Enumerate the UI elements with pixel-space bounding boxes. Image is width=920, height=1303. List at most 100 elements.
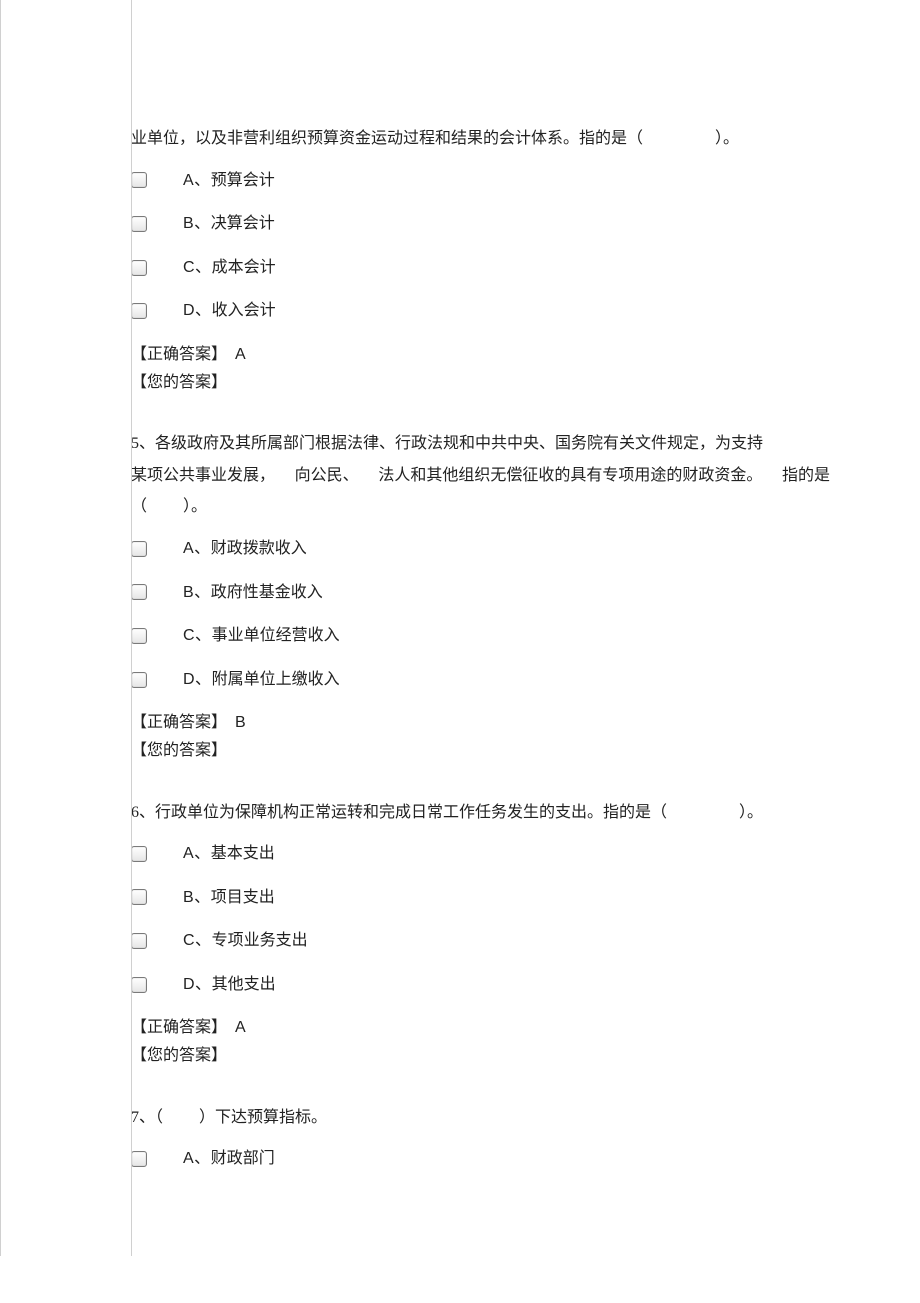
option-text: 收入会计 xyxy=(212,302,276,319)
your-label: 【您的答案】 xyxy=(131,374,227,391)
correct-label: 【正确答案】 xyxy=(131,346,227,363)
q7-number: 7、 xyxy=(131,1109,155,1126)
q4-your-answer: 【您的答案】 xyxy=(131,370,830,396)
q7-option-a[interactable]: A、财政部门 xyxy=(131,1146,830,1172)
radio-icon[interactable] xyxy=(131,303,147,319)
q5-option-a[interactable]: A、财政拨款收入 xyxy=(131,536,830,562)
radio-icon[interactable] xyxy=(131,260,147,276)
option-letter: B、 xyxy=(183,584,211,601)
option-text: 事业单位经营收入 xyxy=(212,627,340,644)
radio-icon[interactable] xyxy=(131,216,147,232)
q4-stem: 业单位，以及非营利组织预算资金运动过程和结果的会计体系。指的是（ ）。 xyxy=(131,126,830,152)
option-text: 成本会计 xyxy=(212,259,276,276)
q5-correct-answer: 【正确答案】 B xyxy=(131,710,830,736)
correct-value: A xyxy=(235,1019,246,1036)
option-text: 决算会计 xyxy=(211,215,275,232)
q5-stem-line3: （ ）。 xyxy=(131,494,830,520)
q6-correct-answer: 【正确答案】 A xyxy=(131,1015,830,1041)
q5-line3a: （ xyxy=(131,498,147,515)
q6-option-c[interactable]: C、专项业务支出 xyxy=(131,928,830,954)
option-text: 基本支出 xyxy=(211,845,275,862)
option-text: 项目支出 xyxy=(211,889,275,906)
option-text: 其他支出 xyxy=(212,976,276,993)
q5-line1: 各级政府及其所属部门根据法律、行政法规和中共中央、国务院有关文件规定，为支持 xyxy=(155,435,763,452)
correct-value: B xyxy=(235,714,246,731)
spacer xyxy=(131,397,830,425)
q4-correct-answer: 【正确答案】 A xyxy=(131,342,830,368)
option-text: 政府性基金收入 xyxy=(211,584,323,601)
option-text: 财政拨款收入 xyxy=(211,540,307,557)
q6-option-b[interactable]: B、项目支出 xyxy=(131,885,830,911)
q7-stem: 7、（ ）下达预算指标。 xyxy=(131,1105,830,1131)
option-label: C、成本会计 xyxy=(183,255,276,281)
margin-line xyxy=(131,0,132,1256)
q5-blank xyxy=(147,498,183,515)
q4-blank xyxy=(643,130,715,147)
q4-option-b[interactable]: B、决算会计 xyxy=(131,211,830,237)
option-letter: A、 xyxy=(183,1150,211,1167)
radio-icon[interactable] xyxy=(131,584,147,600)
option-label: A、基本支出 xyxy=(183,841,275,867)
radio-icon[interactable] xyxy=(131,889,147,905)
option-letter: B、 xyxy=(183,889,211,906)
correct-label: 【正确答案】 xyxy=(131,714,227,731)
option-letter: D、 xyxy=(183,302,212,319)
q5-line2d: 指的是 xyxy=(782,463,830,489)
radio-icon[interactable] xyxy=(131,933,147,949)
q6-option-a[interactable]: A、基本支出 xyxy=(131,841,830,867)
q4-option-a[interactable]: A、预算会计 xyxy=(131,168,830,194)
option-text: 附属单位上缴收入 xyxy=(212,671,340,688)
radio-icon[interactable] xyxy=(131,672,147,688)
document-page: 业单位，以及非营利组织预算资金运动过程和结果的会计体系。指的是（ ）。 A、预算… xyxy=(0,0,920,1256)
option-letter: C、 xyxy=(183,259,212,276)
q7-blank xyxy=(163,1109,199,1126)
q4-option-d[interactable]: D、收入会计 xyxy=(131,298,830,324)
q6-number: 6、 xyxy=(131,804,155,821)
radio-icon[interactable] xyxy=(131,541,147,557)
option-text: 预算会计 xyxy=(211,172,275,189)
your-label: 【您的答案】 xyxy=(131,1047,227,1064)
q5-your-answer: 【您的答案】 xyxy=(131,738,830,764)
option-label: A、财政拨款收入 xyxy=(183,536,307,562)
q7-stem-text-1: （ xyxy=(155,1109,163,1126)
q5-option-b[interactable]: B、政府性基金收入 xyxy=(131,580,830,606)
q6-blank xyxy=(667,804,739,821)
option-label: C、专项业务支出 xyxy=(183,928,308,954)
q5-line2a: 某项公共事业发展， xyxy=(131,463,275,489)
option-text: 专项业务支出 xyxy=(212,932,308,949)
radio-icon[interactable] xyxy=(131,628,147,644)
option-letter: A、 xyxy=(183,540,211,557)
option-label: D、收入会计 xyxy=(183,298,276,324)
q5-stem-line2: 某项公共事业发展， 向公民、 法人和其他组织无偿征收的具有专项用途的财政资金。 … xyxy=(131,463,830,489)
option-letter: D、 xyxy=(183,976,212,993)
your-label: 【您的答案】 xyxy=(131,742,227,759)
radio-icon[interactable] xyxy=(131,172,147,188)
option-letter: C、 xyxy=(183,932,212,949)
q5-line2c: 法人和其他组织无偿征收的具有专项用途的财政资金。 xyxy=(378,463,762,489)
correct-label: 【正确答案】 xyxy=(131,1019,227,1036)
radio-icon[interactable] xyxy=(131,1151,147,1167)
q6-option-d[interactable]: D、其他支出 xyxy=(131,972,830,998)
q6-your-answer: 【您的答案】 xyxy=(131,1043,830,1069)
q5-stem: 5、各级政府及其所属部门根据法律、行政法规和中共中央、国务院有关文件规定，为支持 xyxy=(131,431,830,457)
q5-option-d[interactable]: D、附属单位上缴收入 xyxy=(131,667,830,693)
q6-stem-text-1: 行政单位为保障机构正常运转和完成日常工作任务发生的支出。指的是（ xyxy=(155,804,667,821)
q5-option-c[interactable]: C、事业单位经营收入 xyxy=(131,623,830,649)
q6-stem-text-2: ）。 xyxy=(739,804,763,821)
option-label: A、财政部门 xyxy=(183,1146,275,1172)
correct-value: A xyxy=(235,346,246,363)
option-label: B、项目支出 xyxy=(183,885,275,911)
radio-icon[interactable] xyxy=(131,846,147,862)
option-label: B、政府性基金收入 xyxy=(183,580,323,606)
option-label: A、预算会计 xyxy=(183,168,275,194)
q4-stem-text-1: 业单位，以及非营利组织预算资金运动过程和结果的会计体系。指的是（ xyxy=(131,130,643,147)
option-label: D、附属单位上缴收入 xyxy=(183,667,340,693)
q5-line3b: ）。 xyxy=(183,498,207,515)
option-label: C、事业单位经营收入 xyxy=(183,623,340,649)
q4-option-c[interactable]: C、成本会计 xyxy=(131,255,830,281)
option-letter: A、 xyxy=(183,845,211,862)
q5-line2b: 向公民、 xyxy=(295,463,359,489)
option-letter: C、 xyxy=(183,627,212,644)
option-letter: A、 xyxy=(183,172,211,189)
radio-icon[interactable] xyxy=(131,977,147,993)
